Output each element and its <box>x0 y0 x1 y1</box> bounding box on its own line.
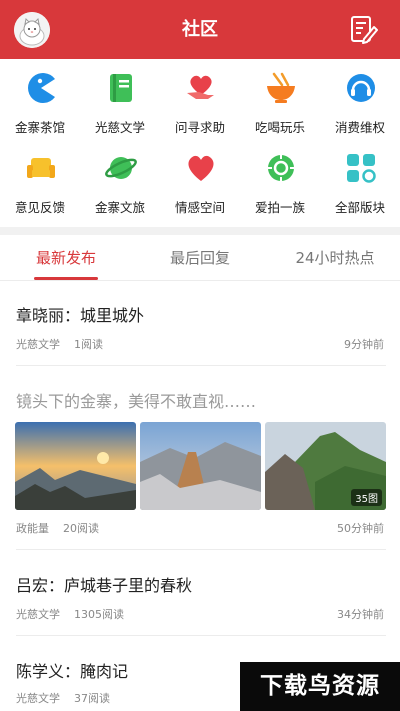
category-label: 全部版块 <box>334 200 385 215</box>
post-title: 镜头下的金寨，美得不敢直视…… <box>16 392 257 411</box>
post-reads: 37阅读 <box>74 692 110 705</box>
post-category: 政能量 <box>16 522 49 535</box>
post-reads: 1阅读 <box>74 338 103 351</box>
post-category: 光慈文学 <box>16 692 60 705</box>
category-label: 光慈文学 <box>94 120 145 135</box>
heart-hand-icon <box>187 75 214 99</box>
post-item[interactable]: 吕宏：庐城巷子里的春秋 光慈文学 1305阅读 34分钟前 <box>0 550 400 636</box>
post-time: 50分钟前 <box>337 522 384 535</box>
category-eat-drink[interactable]: 吃喝玩乐 <box>240 59 320 139</box>
category-label: 金寨茶馆 <box>14 120 65 135</box>
headset-icon <box>347 74 375 102</box>
camera-lens-icon <box>266 153 296 183</box>
tab-indicator <box>34 277 98 280</box>
book-icon <box>110 74 132 102</box>
page-title: 社区 <box>182 19 218 40</box>
image-count-badge: 35图 <box>351 489 382 506</box>
feed-tabs: 最新发布 最后回复 24小时热点 <box>0 235 400 281</box>
heart-icon <box>188 155 214 181</box>
watermark-logo: 下载鸟资源 <box>240 662 400 711</box>
category-guangci-literature[interactable]: 光慈文学 <box>80 59 160 139</box>
top-bar: 社区 <box>0 0 400 59</box>
post-title: 陈学义：腌肉记 <box>16 662 129 681</box>
post-category: 光慈文学 <box>16 608 60 621</box>
noodle-bowl-icon <box>267 72 295 103</box>
tab-24h-hot[interactable]: 24小时热点 <box>280 235 390 281</box>
post-thumbnail[interactable] <box>140 422 261 510</box>
category-label: 消费维权 <box>334 120 385 135</box>
category-ask-help[interactable]: 问寻求助 <box>160 59 240 139</box>
category-label: 意见反馈 <box>14 200 65 215</box>
post-thumbnail[interactable]: 35图 <box>265 422 386 510</box>
category-emotion-space[interactable]: 情感空间 <box>160 139 240 219</box>
category-jinzhai-teahouse[interactable]: 金寨茶馆 <box>0 59 80 139</box>
category-label: 情感空间 <box>174 200 225 215</box>
post-item[interactable]: 镜头下的金寨，美得不敢直视…… 35图 政能量 20阅读 50分钟前 <box>0 366 400 550</box>
post-meta: 光慈文学 1305阅读 <box>16 606 124 622</box>
post-time: 34分钟前 <box>337 608 384 621</box>
category-all-sections[interactable]: 全部版块 <box>320 139 400 219</box>
category-label: 金寨文旅 <box>94 200 145 215</box>
category-jinzhai-tourism[interactable]: 金寨文旅 <box>80 139 160 219</box>
post-title: 章晓丽：城里城外 <box>16 306 145 325</box>
category-grid: 金寨茶馆 光慈文学 问寻求助 吃喝玩乐 消费维权 意见反馈 金寨文旅 情感空间 … <box>0 59 400 227</box>
tab-latest[interactable]: 最新发布 <box>22 235 110 281</box>
category-photo-fans[interactable]: 爱拍一族 <box>240 139 320 219</box>
post-meta: 光慈文学 37阅读 <box>16 690 110 706</box>
edit-note-icon[interactable] <box>350 15 378 45</box>
post-meta: 政能量 20阅读 <box>16 520 99 536</box>
grid-apps-icon <box>347 154 376 183</box>
planet-icon <box>105 157 137 179</box>
post-reads: 20阅读 <box>63 522 99 535</box>
post-time: 9分钟前 <box>344 338 384 351</box>
category-label: 爱拍一族 <box>254 200 305 215</box>
post-category: 光慈文学 <box>16 338 60 351</box>
category-consumer-rights[interactable]: 消费维权 <box>320 59 400 139</box>
post-item[interactable]: 章晓丽：城里城外 光慈文学 1阅读 9分钟前 <box>0 282 400 366</box>
section-divider <box>0 227 400 235</box>
sofa-icon <box>27 158 55 178</box>
category-label: 问寻求助 <box>174 120 225 135</box>
post-reads: 1305阅读 <box>74 608 124 621</box>
category-feedback[interactable]: 意见反馈 <box>0 139 80 219</box>
post-meta: 光慈文学 1阅读 <box>16 336 103 352</box>
category-label: 吃喝玩乐 <box>254 120 305 135</box>
post-thumbnail[interactable] <box>15 422 136 510</box>
post-title: 吕宏：庐城巷子里的春秋 <box>16 576 193 595</box>
pacman-icon <box>28 73 55 103</box>
tab-last-reply[interactable]: 最后回复 <box>156 235 244 281</box>
